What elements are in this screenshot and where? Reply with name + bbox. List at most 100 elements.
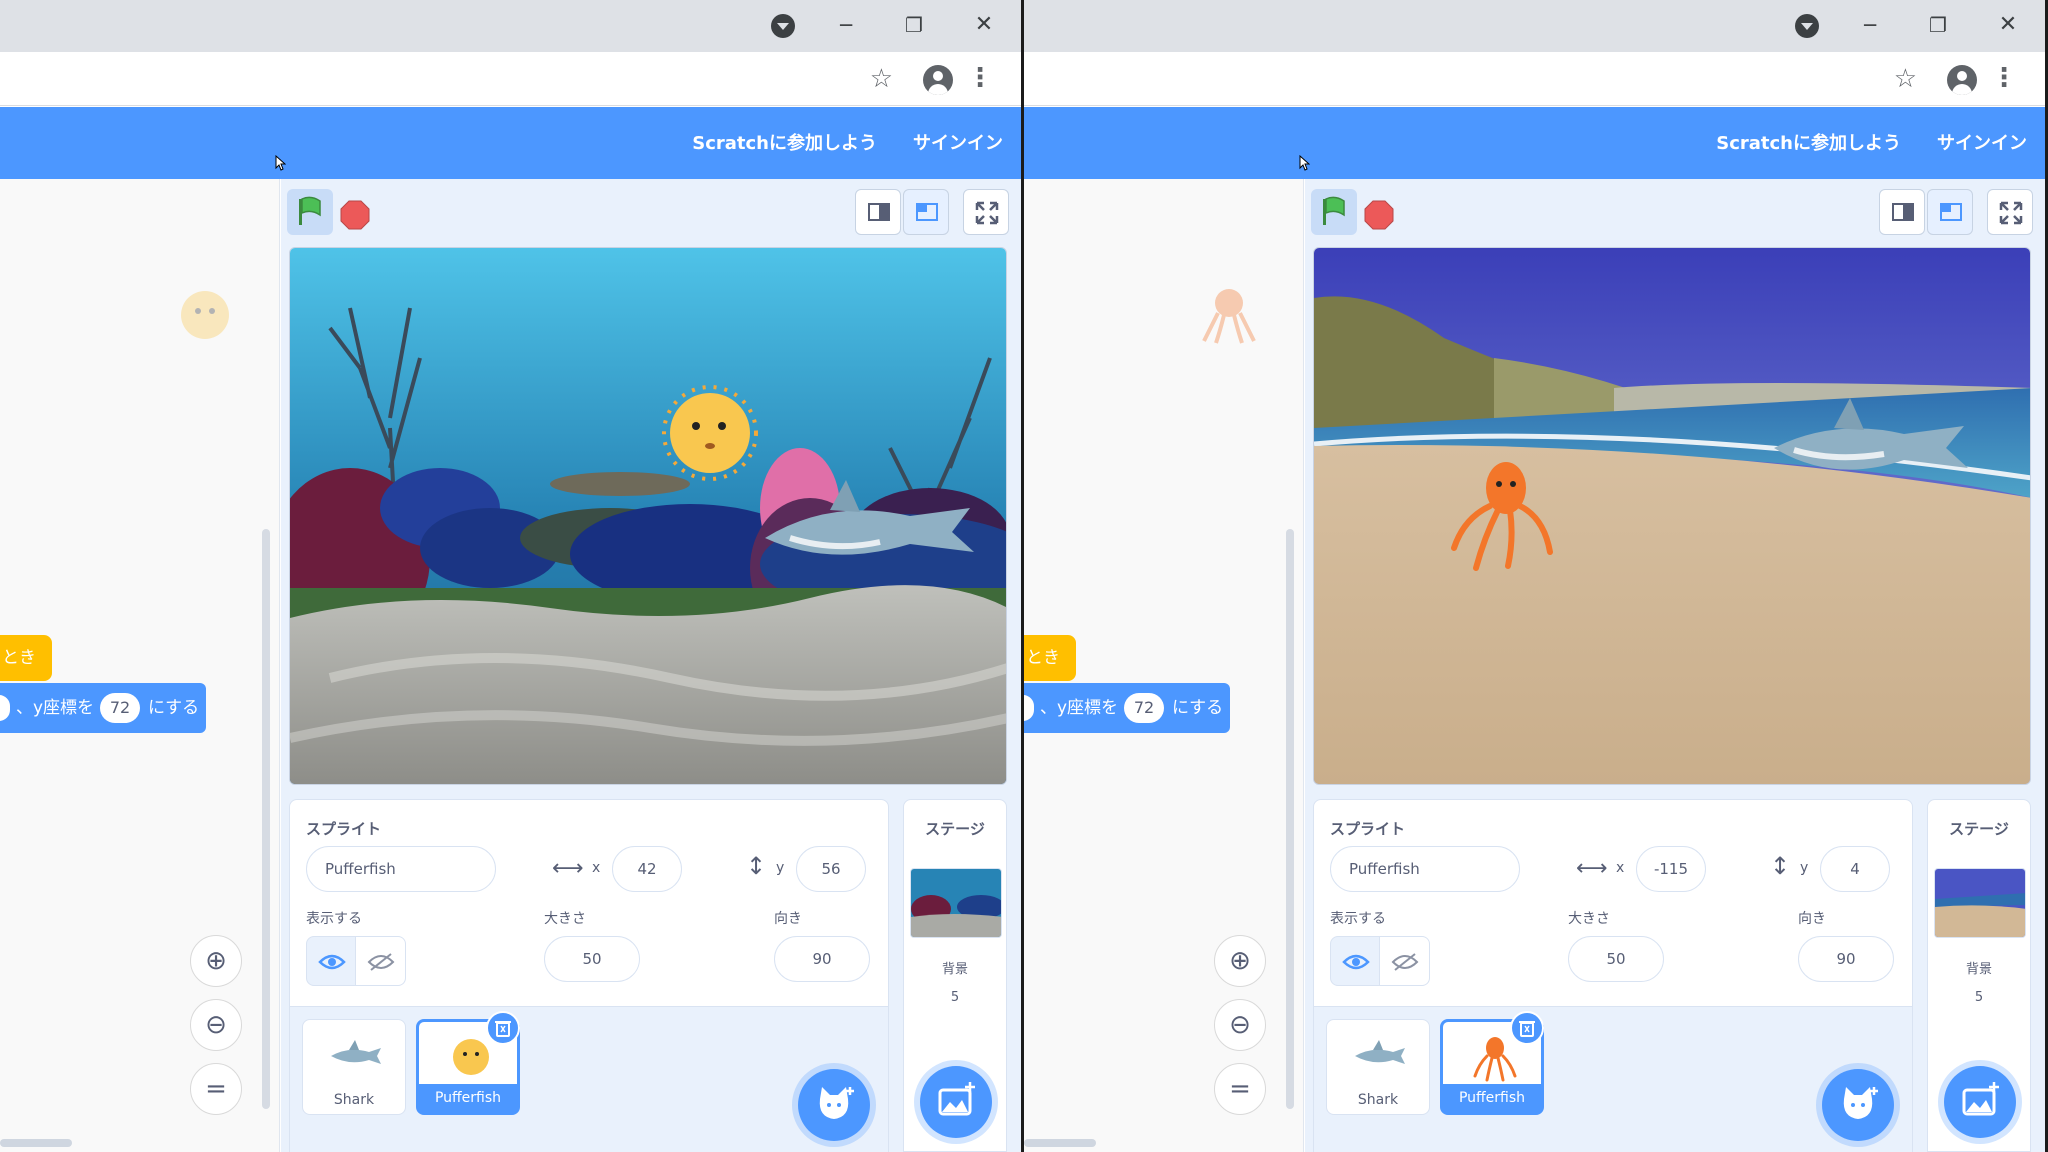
zoom-in-icon[interactable]: ⊕: [190, 935, 242, 987]
zoom-reset-icon[interactable]: =: [190, 1063, 242, 1115]
stage-canvas[interactable]: [289, 247, 1007, 785]
set-y-suffix: にする: [1172, 698, 1224, 718]
workspace-scrollbar-vertical[interactable]: [1286, 529, 1294, 1109]
size-input[interactable]: 50: [544, 936, 640, 982]
x-input[interactable]: 42: [612, 846, 682, 892]
y-input[interactable]: 56: [796, 846, 866, 892]
small-stage-icon[interactable]: [1879, 189, 1925, 235]
profile-icon[interactable]: [1947, 65, 1977, 95]
size-input[interactable]: 50: [1568, 936, 1664, 982]
scratch-menu-bar: Scratchに参加しよう サインイン: [1024, 107, 2045, 179]
y-input[interactable]: 4: [1820, 846, 1890, 892]
sign-in-link[interactable]: サインイン: [913, 129, 1003, 155]
choose-backdrop-icon[interactable]: [1944, 1066, 2016, 1138]
trash-icon[interactable]: [486, 1011, 520, 1045]
chrome-dropdown-icon[interactable]: [771, 14, 795, 38]
trash-icon[interactable]: [1510, 1011, 1544, 1045]
zoom-out-icon[interactable]: ⊖: [1214, 999, 1266, 1051]
set-y-block[interactable]: 、y座標を 72 にする: [0, 683, 206, 733]
code-workspace[interactable]: とき 、y座標を 72 にする ⊕ ⊖ =: [0, 179, 280, 1152]
set-y-block[interactable]: 、y座標を 72 にする: [1024, 683, 1230, 733]
choose-backdrop-icon[interactable]: [920, 1066, 992, 1138]
backdrop-thumbnail: [1934, 868, 2026, 938]
choose-sprite-icon[interactable]: [798, 1069, 870, 1141]
y-label: y: [776, 860, 785, 876]
profile-icon[interactable]: [923, 65, 953, 95]
fullscreen-icon[interactable]: [963, 189, 1009, 235]
x-arrows-icon: ⟷: [552, 856, 584, 881]
set-y-value[interactable]: 72: [100, 693, 140, 723]
stage-selector-panel[interactable]: ステージ 背景 5: [903, 799, 1007, 1152]
zoom-in-icon[interactable]: ⊕: [1214, 935, 1266, 987]
event-hat-block[interactable]: とき: [0, 635, 52, 681]
sprite-tile-label: Shark: [1357, 1092, 1399, 1108]
eye-off-icon[interactable]: [1380, 936, 1430, 986]
direction-input[interactable]: 90: [774, 936, 870, 982]
eye-icon[interactable]: [1330, 936, 1380, 986]
normal-stage-icon[interactable]: [903, 189, 949, 235]
browser-window-left: ─ ❐ ✕ ☆ ⋮ Scratchに参加しよう サインイン とき 、y座標を 7…: [0, 0, 1021, 1152]
sprite-list: Shark Pufferfish: [290, 1006, 888, 1152]
show-label: 表示する: [1330, 911, 1386, 927]
stage-selector-panel[interactable]: ステージ 背景 5: [1927, 799, 2031, 1152]
stage-area: スプライト Pufferfish ⟷ x 42 ↕ y 56 表示する 大きさ …: [281, 179, 1021, 1152]
small-stage-icon[interactable]: [855, 189, 901, 235]
sprite-section-label: スプライト: [306, 820, 382, 838]
window-titlebar: ─ ❐ ✕: [0, 0, 1021, 52]
green-flag-icon[interactable]: [287, 189, 333, 235]
zoom-out-icon[interactable]: ⊖: [190, 999, 242, 1051]
stage-canvas[interactable]: [1313, 247, 2031, 785]
maximize-icon[interactable]: ❐: [1923, 10, 1953, 40]
stage-label: ステージ: [925, 820, 985, 838]
address-bar: ☆ ⋮: [0, 52, 1021, 106]
close-icon[interactable]: ✕: [969, 10, 999, 40]
minimize-icon[interactable]: ─: [831, 10, 861, 40]
workspace-scrollbar-horizontal[interactable]: [1024, 1139, 1096, 1147]
sprite-tile-shark[interactable]: Shark: [1326, 1019, 1430, 1115]
star-icon[interactable]: ☆: [1894, 64, 1917, 94]
backdrop-thumbnail: [910, 868, 1002, 938]
window-titlebar: ─ ❐ ✕: [1024, 0, 2045, 52]
event-hat-block[interactable]: とき: [1024, 635, 1076, 681]
menu-kebab-icon[interactable]: ⋮: [967, 62, 993, 94]
fullscreen-icon[interactable]: [1987, 189, 2033, 235]
address-bar: ☆ ⋮: [1024, 52, 2045, 106]
x-input[interactable]: -115: [1636, 846, 1706, 892]
stop-icon[interactable]: [1363, 199, 1395, 231]
workspace-scrollbar-vertical[interactable]: [262, 529, 270, 1109]
eye-icon[interactable]: [306, 936, 356, 986]
stage-label: ステージ: [1949, 820, 2009, 838]
backdrops-count: 5: [950, 990, 960, 1005]
direction-input[interactable]: 90: [1798, 936, 1894, 982]
direction-label: 向き: [1798, 911, 1826, 927]
close-icon[interactable]: ✕: [1993, 10, 2023, 40]
y-label: y: [1800, 860, 1809, 876]
sign-in-link[interactable]: サインイン: [1937, 129, 2027, 155]
backdrops-label: 背景: [941, 962, 968, 977]
mouse-cursor: [274, 155, 286, 171]
zoom-reset-icon[interactable]: =: [1214, 1063, 1266, 1115]
join-scratch-link[interactable]: Scratchに参加しよう: [692, 129, 877, 155]
stop-icon[interactable]: [339, 199, 371, 231]
chrome-dropdown-icon[interactable]: [1795, 14, 1819, 38]
code-workspace[interactable]: とき 、y座標を 72 にする ⊕ ⊖ =: [1024, 179, 1304, 1152]
sprite-name-input[interactable]: Pufferfish: [306, 846, 496, 892]
maximize-icon[interactable]: ❐: [899, 10, 929, 40]
star-icon[interactable]: ☆: [870, 64, 893, 94]
minimize-icon[interactable]: ─: [1855, 10, 1885, 40]
eye-off-icon[interactable]: [356, 936, 406, 986]
show-label: 表示する: [306, 911, 362, 927]
scratch-menu-bar: Scratchに参加しよう サインイン: [0, 107, 1021, 179]
sprite-tile-shark[interactable]: Shark: [302, 1019, 406, 1115]
workspace-scrollbar-horizontal[interactable]: [0, 1139, 72, 1147]
menu-kebab-icon[interactable]: ⋮: [1991, 62, 2017, 94]
choose-sprite-icon[interactable]: [1822, 1069, 1894, 1141]
join-scratch-link[interactable]: Scratchに参加しよう: [1716, 129, 1901, 155]
normal-stage-icon[interactable]: [1927, 189, 1973, 235]
y-arrows-icon: ↕: [746, 852, 767, 880]
green-flag-icon[interactable]: [1311, 189, 1357, 235]
mouse-cursor: [1298, 155, 1310, 171]
set-y-value[interactable]: 72: [1124, 693, 1164, 723]
sprite-tile-label: Shark: [333, 1092, 375, 1108]
sprite-name-input[interactable]: Pufferfish: [1330, 846, 1520, 892]
